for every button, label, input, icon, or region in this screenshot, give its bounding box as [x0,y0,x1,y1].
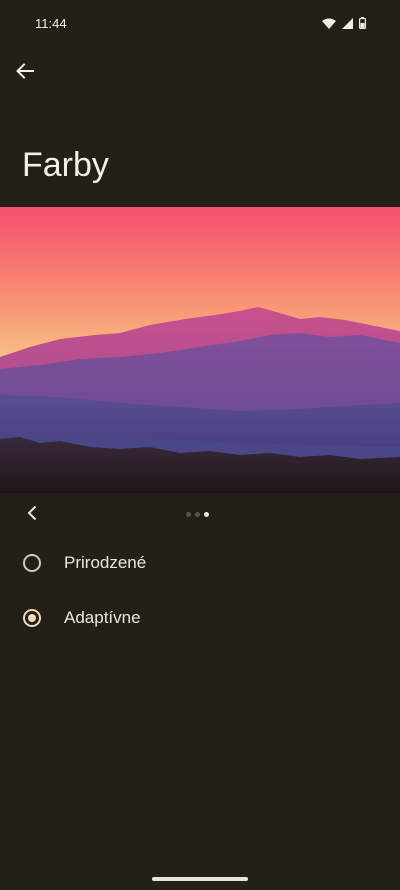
page-dot-2 [195,512,200,517]
page-indicator [186,512,209,517]
battery-icon [359,16,367,34]
page-dot-1 [186,512,191,517]
option-adaptive-label: Adaptívne [64,608,141,627]
back-button[interactable] [12,60,38,86]
option-natural-label: Prirodzené [64,553,147,572]
option-natural[interactable]: Prirodzené [0,537,400,589]
chevron-left-icon [27,505,37,526]
cellular-signal-icon [342,16,353,34]
page-dot-3-active [204,512,209,517]
sunset-mountains-image [0,207,400,493]
option-adaptive[interactable]: Adaptívne [0,592,400,644]
radio-natural[interactable] [23,554,41,572]
radio-adaptive[interactable] [23,609,41,627]
arrow-back-icon [16,62,34,84]
status-time: 11:44 [35,16,67,31]
status-icons [322,16,367,34]
page-title: Farby [22,146,109,184]
status-bar: 11:44 [0,0,400,46]
wifi-icon [322,16,336,34]
home-indicator[interactable] [152,877,248,881]
wallpaper-preview[interactable] [0,207,400,493]
previous-page-button[interactable] [20,503,44,527]
preview-pager [0,493,400,537]
